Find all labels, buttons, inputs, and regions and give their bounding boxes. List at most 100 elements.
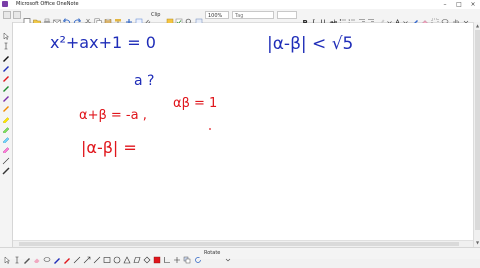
research-icon[interactable] <box>195 11 203 26</box>
rotate-dropdown-icon[interactable] <box>224 249 232 262</box>
print-icon[interactable] <box>43 11 51 24</box>
circle-shape-icon[interactable] <box>113 249 121 264</box>
axes-icon[interactable] <box>163 249 171 263</box>
onenote-app-icon <box>2 1 8 7</box>
draw-lasso-icon[interactable] <box>43 249 51 262</box>
triangle-shape-icon[interactable] <box>123 249 131 264</box>
maximize-icon[interactable]: □ <box>452 0 466 9</box>
clip-label[interactable]: Clip <box>151 11 160 20</box>
clip-icon[interactable] <box>143 11 151 26</box>
rotate-label[interactable]: Rotate <box>204 249 220 258</box>
bullets-icon[interactable] <box>339 11 347 25</box>
cut-icon[interactable] <box>84 11 92 26</box>
red-ink-notes: α+β = -a , αβ = 1 |α-β| = <box>79 96 217 157</box>
double-arrow-icon[interactable] <box>93 249 101 264</box>
add-icon[interactable] <box>125 11 133 25</box>
equation-quadratic: x²+ax+1 = 0 <box>50 33 156 52</box>
pen-thick-icon[interactable] <box>2 160 10 175</box>
attach-icon[interactable] <box>135 11 143 26</box>
back-icon[interactable] <box>3 11 11 19</box>
eraser-icon[interactable] <box>421 11 429 26</box>
font-color-dropdown-icon[interactable] <box>403 11 408 24</box>
rotate-icon[interactable] <box>194 249 202 263</box>
undo-icon[interactable] <box>62 11 71 25</box>
pen-orange-icon[interactable] <box>2 97 10 112</box>
note-page-canvas[interactable]: x²+ax+1 = 0 |α-β| < √5 a ? α+β = -a , αβ… <box>13 23 473 247</box>
pen-color-blue-icon[interactable] <box>53 249 61 264</box>
pen-color-red-icon[interactable] <box>63 249 71 264</box>
product-of-roots: αβ = 1 <box>173 96 217 111</box>
pen-purple-icon[interactable] <box>2 87 10 102</box>
parallelogram-shape-icon[interactable] <box>133 249 141 263</box>
draw-text-icon[interactable] <box>13 249 21 264</box>
pen-red-icon[interactable] <box>2 67 10 82</box>
lasso-icon[interactable] <box>441 11 449 24</box>
zoom-select[interactable]: 100% <box>205 11 229 19</box>
arrow-shape-icon[interactable] <box>83 249 91 264</box>
font-select[interactable]: Tag <box>232 11 274 19</box>
drawing-toolbar: Rotate <box>0 247 480 264</box>
selection-icon[interactable] <box>431 11 439 26</box>
paste-icon[interactable] <box>104 11 112 26</box>
italic-icon[interactable]: I <box>310 11 318 27</box>
sum-of-roots: α+β = -a , <box>79 108 147 123</box>
draw-eraser-icon[interactable] <box>33 249 41 263</box>
find-icon[interactable] <box>185 11 193 26</box>
toolbar-options-icon[interactable] <box>462 11 470 24</box>
text-tool-icon[interactable] <box>2 35 10 50</box>
pen-tools-panel <box>0 22 13 250</box>
highlighter-blue-icon[interactable] <box>2 128 10 144</box>
pen-black-icon[interactable] <box>2 47 10 62</box>
rectangle-shape-icon[interactable] <box>103 249 111 263</box>
question-a: a ? <box>134 73 154 89</box>
scroll-up-icon[interactable]: ▲ <box>475 23 480 28</box>
decrease-indent-icon[interactable] <box>358 11 366 26</box>
line-shape-icon[interactable] <box>73 249 81 264</box>
vertical-scroll-thumb[interactable] <box>475 30 480 230</box>
open-icon[interactable] <box>33 11 41 26</box>
check-tag-icon[interactable] <box>175 11 183 26</box>
highlighter-pink-icon[interactable] <box>2 138 10 154</box>
tag-icon[interactable] <box>166 11 174 26</box>
font-size-select[interactable] <box>277 11 297 19</box>
scroll-down-icon[interactable]: ▼ <box>475 240 480 245</box>
format-painter-icon[interactable] <box>114 11 122 26</box>
highlighter-green-icon[interactable] <box>2 118 10 134</box>
blue-ink-notes: x²+ax+1 = 0 |α-β| < √5 a ? <box>50 33 353 89</box>
inequality-root-difference: |α-β| < √5 <box>267 34 353 54</box>
minimize-icon[interactable]: – <box>438 0 452 9</box>
numbering-icon[interactable]: 12 <box>348 11 356 26</box>
draw-select-icon[interactable] <box>3 249 11 264</box>
highlight-dropdown-icon[interactable] <box>387 11 392 24</box>
pen-blue-icon[interactable] <box>2 57 10 72</box>
bold-icon[interactable]: B <box>301 11 309 27</box>
email-icon[interactable] <box>53 11 61 25</box>
highlighter-yellow-icon[interactable] <box>2 108 10 124</box>
pen-tool-icon[interactable] <box>411 11 419 26</box>
grid-icon[interactable] <box>173 249 181 263</box>
copy-icon[interactable] <box>94 11 102 26</box>
toolbar: Clip 100% Tag B I U ab 12 A <box>0 9 480 27</box>
forward-icon[interactable] <box>13 11 21 19</box>
panning-hand-icon[interactable] <box>452 11 460 25</box>
select-tool-icon[interactable] <box>2 25 10 40</box>
increase-indent-icon[interactable] <box>367 11 375 26</box>
close-icon[interactable]: × <box>466 0 480 9</box>
highlight-icon[interactable] <box>378 11 386 26</box>
redo-icon[interactable] <box>73 11 82 25</box>
color-picker-icon[interactable] <box>153 249 161 264</box>
font-color-icon[interactable]: A <box>394 11 402 26</box>
pen-thin-icon[interactable] <box>2 150 10 165</box>
absolute-difference: |α-β| = <box>81 138 137 157</box>
diamond-shape-icon[interactable] <box>143 249 151 264</box>
pen-green-icon[interactable] <box>2 77 10 92</box>
vertical-scrollbar[interactable]: ▲ ▼ <box>473 22 480 247</box>
new-page-icon[interactable] <box>23 11 31 26</box>
underline-icon[interactable]: U <box>319 11 327 26</box>
horizontal-scroll-thumb[interactable] <box>19 242 459 246</box>
ink-dot <box>209 128 211 130</box>
strikethrough-icon[interactable]: ab <box>329 11 338 27</box>
window-title: Microsoft Office OneNote <box>16 1 79 7</box>
arrange-icon[interactable] <box>183 249 191 264</box>
draw-pen-icon[interactable] <box>23 249 31 264</box>
